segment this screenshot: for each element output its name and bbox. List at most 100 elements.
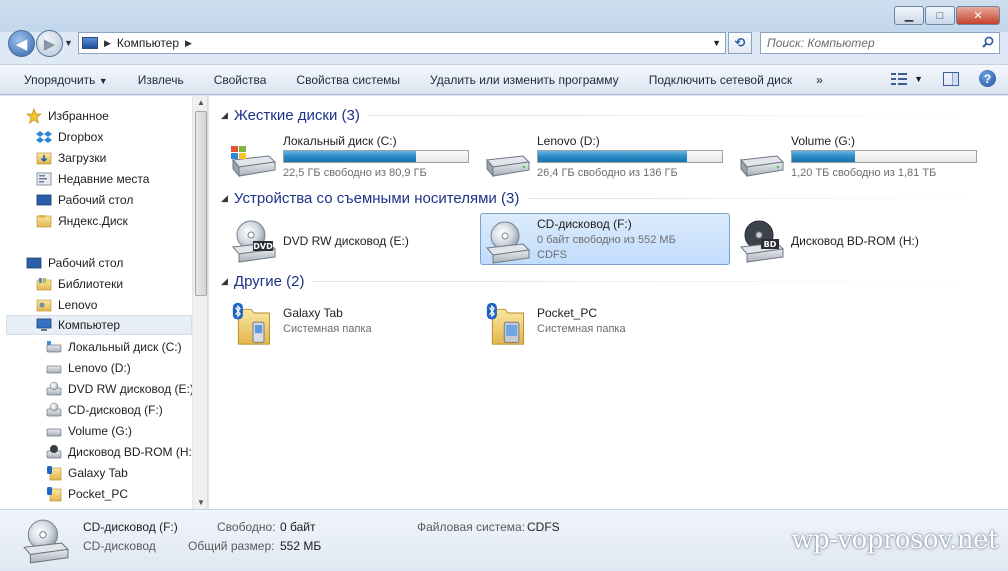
libraries-icon <box>36 278 52 291</box>
group-header-other[interactable]: ◢ Другие (2) <box>221 271 996 291</box>
nav-yandex-disk[interactable]: Яндекс.Диск <box>36 211 128 231</box>
nav-label: Дисковод BD-ROM (H:) <box>68 445 196 459</box>
drive-usage-bar <box>537 150 723 163</box>
nav-label: Volume (G:) <box>68 424 133 438</box>
bd-drive-icon: BD <box>740 220 785 263</box>
address-row: ◀ ▶ ▼ ▶ Компьютер ▶ ▼ ⟲ Поиск: Компьютер <box>0 28 1008 60</box>
nav-drive-e[interactable]: DVD RW дисковод (E:) <box>46 379 194 399</box>
chevron-right-icon[interactable]: ▶ <box>185 38 192 49</box>
nav-label: Dropbox <box>58 130 104 144</box>
drive-name: CD-дисковод (F:) <box>537 217 632 231</box>
nav-label: CD-дисковод (F:) <box>68 403 163 417</box>
group-divider <box>367 114 996 116</box>
cd-drive-icon <box>46 402 62 417</box>
recent-places-icon <box>36 172 52 186</box>
device-tile-pocket-pc[interactable]: Pocket_PC Системная папка <box>463 296 713 348</box>
forward-button[interactable]: ▶ <box>36 30 63 57</box>
view-options-dropdown[interactable]: ▼ <box>914 74 923 84</box>
nav-drive-d[interactable]: Lenovo (D:) <box>46 358 131 378</box>
maximize-button[interactable]: □ <box>925 6 955 25</box>
nav-drive-g[interactable]: Volume (G:) <box>46 421 132 441</box>
drive-name: Локальный диск (C:) <box>283 134 397 148</box>
nav-label: Рабочий стол <box>48 256 124 270</box>
drive-free-space: 22,5 ГБ свободно из 80,9 ГБ <box>283 167 427 179</box>
star-icon <box>26 108 42 124</box>
nav-drive-f[interactable]: CD-дисковод (F:) <box>46 400 163 420</box>
breadcrumb-computer[interactable]: Компьютер <box>117 36 179 50</box>
collapse-arrow-icon[interactable]: ◢ <box>221 193 228 204</box>
address-bar[interactable]: ▶ Компьютер ▶ ▼ <box>78 32 726 54</box>
change-view-icon[interactable] <box>891 71 908 86</box>
nav-downloads[interactable]: Загрузки <box>36 148 106 168</box>
nav-scrollbar[interactable]: ▲ ▼ <box>192 96 207 509</box>
details-pane: CD-дисковод (F:) CD-дисковод Свободно: 0… <box>0 509 1008 571</box>
drive-tile-g[interactable]: Volume (G:) 1,20 ТБ свободно из 1,81 ТБ <box>717 130 977 182</box>
desktop-icon <box>26 257 42 269</box>
bd-badge: BD <box>764 240 777 249</box>
device-tile-galaxy-tab[interactable]: Galaxy Tab Системная папка <box>209 296 459 348</box>
more-commands-button[interactable]: » <box>816 73 823 87</box>
nav-pocket-pc[interactable]: Pocket_PC <box>46 484 128 504</box>
scroll-down-icon[interactable]: ▼ <box>197 498 205 507</box>
details-free-value: 0 байт <box>280 520 316 534</box>
nav-computer[interactable]: Компьютер <box>6 315 192 335</box>
drive-tile-e[interactable]: DVD DVD RW дисковод (E:) <box>209 213 459 265</box>
drive-tile-f[interactable]: CD-дисковод (F:) 0 байт свободно из 552 … <box>480 213 730 265</box>
hard-drive-icon <box>46 341 62 353</box>
chevron-right-icon[interactable]: ▶ <box>104 38 111 49</box>
collapse-arrow-icon[interactable]: ◢ <box>221 276 228 287</box>
drive-usage-bar <box>791 150 977 163</box>
hard-drive-icon <box>486 155 531 178</box>
nav-desktop[interactable]: Рабочий стол <box>26 253 123 273</box>
device-type: Системная папка <box>283 323 372 335</box>
back-button[interactable]: ◀ <box>8 30 35 57</box>
refresh-button[interactable]: ⟲ <box>728 32 752 54</box>
downloads-folder-icon <box>36 152 52 165</box>
preview-pane-icon[interactable] <box>943 71 959 86</box>
window-controls: ▁ □ ✕ <box>893 6 1000 25</box>
address-history-dropdown[interactable]: ▼ <box>712 38 721 48</box>
nav-user-folder[interactable]: Lenovo <box>36 295 97 315</box>
cd-drive-icon <box>23 519 70 564</box>
organize-menu[interactable]: Упорядочить ▼ <box>24 73 108 87</box>
details-total-label: Общий размер: <box>188 539 275 553</box>
recent-pages-dropdown[interactable]: ▼ <box>64 38 73 48</box>
nav-recent-places[interactable]: Недавние места <box>36 169 149 189</box>
system-properties-button[interactable]: Свойства системы <box>296 73 400 87</box>
nav-favorites[interactable]: Избранное <box>26 106 109 126</box>
close-button[interactable]: ✕ <box>956 6 1000 25</box>
desktop-icon <box>36 194 52 206</box>
properties-button[interactable]: Свойства <box>214 73 267 87</box>
minimize-button[interactable]: ▁ <box>894 6 924 25</box>
nav-dropbox[interactable]: Dropbox <box>36 127 103 147</box>
drive-tile-h[interactable]: BD Дисковод BD-ROM (H:) <box>717 213 967 265</box>
nav-drive-h[interactable]: Дисковод BD-ROM (H:) <box>46 442 196 462</box>
nav-libraries[interactable]: Библиотеки <box>36 274 123 294</box>
nav-galaxy-tab[interactable]: Galaxy Tab <box>46 463 128 483</box>
search-icon[interactable] <box>982 36 994 48</box>
help-icon[interactable]: ? <box>979 70 996 87</box>
drive-tile-c[interactable]: Локальный диск (C:) 22,5 ГБ свободно из … <box>209 130 469 182</box>
navigation-pane: Избранное Dropbox Загрузки Недавние мест… <box>0 96 208 509</box>
drive-tile-d[interactable]: Lenovo (D:) 26,4 ГБ свободно из 136 ГБ <box>463 130 723 182</box>
group-header-hard-disks[interactable]: ◢ Жесткие диски (3) <box>221 105 996 125</box>
nav-desktop-favorite[interactable]: Рабочий стол <box>36 190 133 210</box>
drive-free-space: 26,4 ГБ свободно из 136 ГБ <box>537 167 678 179</box>
windows-hard-drive-icon <box>231 146 277 178</box>
hard-drive-icon <box>46 428 62 437</box>
dvd-badge: DVD <box>253 242 273 251</box>
search-input[interactable]: Поиск: Компьютер <box>760 32 1000 54</box>
nav-label: Локальный диск (C:) <box>68 340 182 354</box>
nav-label: Рабочий стол <box>58 193 134 207</box>
drive-free-space: 1,20 ТБ свободно из 1,81 ТБ <box>791 167 937 179</box>
scroll-thumb[interactable] <box>195 111 207 296</box>
eject-button[interactable]: Извлечь <box>138 73 184 87</box>
scroll-up-icon[interactable]: ▲ <box>197 98 205 107</box>
map-network-drive-button[interactable]: Подключить сетевой диск <box>649 73 792 87</box>
group-header-removable[interactable]: ◢ Устройства со съемными носителями (3) <box>221 188 996 208</box>
uninstall-program-button[interactable]: Удалить или изменить программу <box>430 73 619 87</box>
collapse-arrow-icon[interactable]: ◢ <box>221 110 228 121</box>
details-free-label: Свободно: <box>217 520 276 534</box>
nav-drive-c[interactable]: Локальный диск (C:) <box>46 337 182 357</box>
bluetooth-device-icon <box>47 487 62 502</box>
